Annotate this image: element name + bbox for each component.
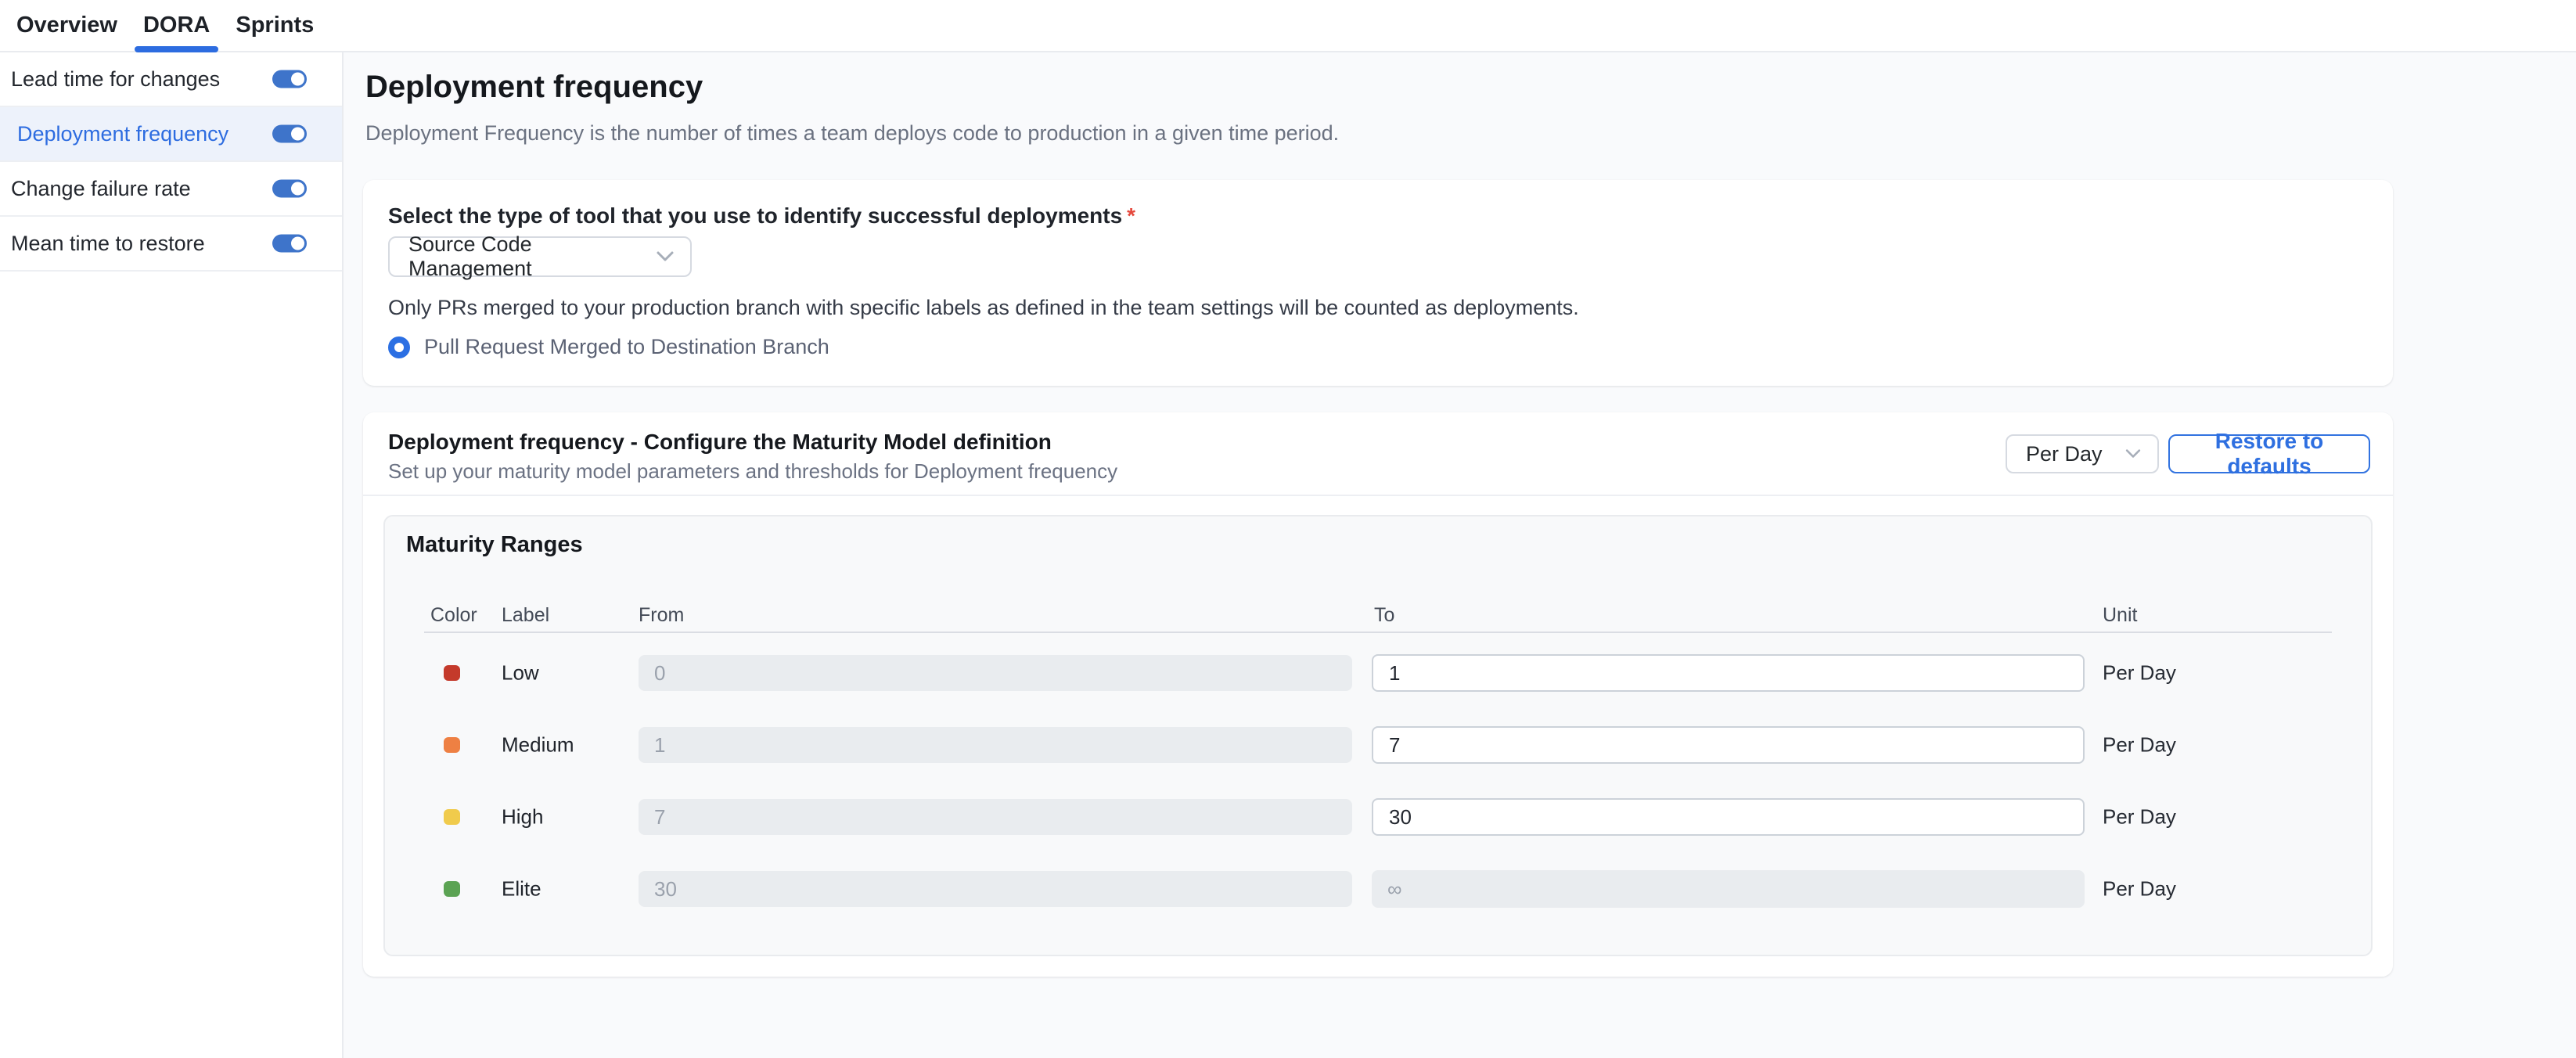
page-subtitle: Deployment Frequency is the number of ti… <box>365 121 1339 146</box>
range-label: Elite <box>502 877 541 901</box>
unit-value: Per Day <box>2103 733 2176 758</box>
sidebar-item-label: Deployment frequency <box>17 122 228 146</box>
dora-settings-page: Overview DORA Sprints Lead time for chan… <box>0 0 2576 1058</box>
main-content: Deployment frequency Deployment Frequenc… <box>345 52 2576 1058</box>
toggle-knob <box>289 235 307 253</box>
range-label: Medium <box>502 733 574 758</box>
table-row: Low Per Day <box>385 637 2371 709</box>
top-tab-bar: Overview DORA Sprints <box>0 0 2576 52</box>
from-input <box>639 727 1352 763</box>
maturity-ranges-panel: Maturity Ranges Color Label From To Unit… <box>383 515 2373 956</box>
chevron-down-icon <box>2124 448 2142 459</box>
range-label: Low <box>502 661 539 686</box>
deployment-info-text: Only PRs merged to your production branc… <box>388 296 1579 320</box>
tab-sprints[interactable]: Sprints <box>236 0 314 51</box>
color-swatch <box>444 665 460 681</box>
sidebar-item-mean-time-to-restore[interactable]: Mean time to restore <box>0 217 342 272</box>
tab-list: Overview DORA Sprints <box>0 0 2576 51</box>
required-asterisk: * <box>1127 203 1135 228</box>
radio-selected-icon[interactable] <box>388 336 410 358</box>
column-header-label: Label <box>502 604 549 627</box>
sidebar-item-label: Mean time to restore <box>11 232 205 256</box>
maturity-section-title: Deployment frequency - Configure the Mat… <box>388 430 1052 455</box>
sidebar-item-label: Change failure rate <box>11 177 191 201</box>
maturity-model-card: Deployment frequency - Configure the Mat… <box>363 412 2393 977</box>
tool-type-select-value: Source Code Management <box>408 232 643 281</box>
tab-overview[interactable]: Overview <box>16 0 117 51</box>
to-input <box>1372 870 2085 908</box>
change-failure-rate-toggle[interactable] <box>272 180 306 198</box>
table-row: High Per Day <box>385 781 2371 853</box>
column-header-from: From <box>639 604 684 627</box>
from-input <box>639 655 1352 691</box>
restore-defaults-button[interactable]: Restore to defaults <box>2168 434 2370 473</box>
tool-select-label: Select the type of tool that you use to … <box>388 203 1135 229</box>
section-divider <box>363 495 2393 496</box>
unit-value: Per Day <box>2103 661 2176 686</box>
sidebar-item-label: Lead time for changes <box>11 67 220 92</box>
lead-time-toggle[interactable] <box>272 70 306 88</box>
page-title: Deployment frequency <box>365 70 703 105</box>
tab-dora[interactable]: DORA <box>143 0 210 51</box>
column-header-unit: Unit <box>2103 604 2137 627</box>
unit-value: Per Day <box>2103 805 2176 829</box>
toggle-knob <box>289 180 307 198</box>
color-swatch <box>444 737 460 753</box>
sidebar-item-lead-time-for-changes[interactable]: Lead time for changes <box>0 52 342 107</box>
color-swatch <box>444 809 460 825</box>
pr-merged-radio-row[interactable]: Pull Request Merged to Destination Branc… <box>388 335 829 359</box>
sidebar-item-change-failure-rate[interactable]: Change failure rate <box>0 162 342 217</box>
unit-value: Per Day <box>2103 877 2176 901</box>
from-input <box>639 871 1352 907</box>
unit-select-value: Per Day <box>2026 442 2103 466</box>
maturity-ranges-title: Maturity Ranges <box>406 532 583 558</box>
color-swatch <box>444 881 460 897</box>
sidebar-item-deployment-frequency[interactable]: Deployment frequency <box>0 107 342 162</box>
maturity-section-subtitle: Set up your maturity model parameters an… <box>388 459 1117 484</box>
chevron-down-icon <box>656 250 675 263</box>
deployment-frequency-toggle[interactable] <box>272 125 306 143</box>
toggle-knob <box>289 70 307 88</box>
table-header-divider <box>424 632 2332 633</box>
from-input <box>639 799 1352 835</box>
table-row: Medium Per Day <box>385 709 2371 781</box>
column-header-color: Color <box>430 604 477 627</box>
column-header-to: To <box>1374 604 1394 627</box>
metrics-sidebar: Lead time for changes Deployment frequen… <box>0 52 344 1058</box>
to-input[interactable] <box>1372 726 2085 764</box>
range-label: High <box>502 805 543 829</box>
radio-label: Pull Request Merged to Destination Branc… <box>424 335 829 359</box>
to-input[interactable] <box>1372 798 2085 836</box>
deployment-tool-card: Select the type of tool that you use to … <box>363 180 2393 386</box>
unit-select[interactable]: Per Day <box>2006 434 2159 473</box>
table-row: Elite Per Day <box>385 853 2371 925</box>
tool-type-select[interactable]: Source Code Management <box>388 236 692 277</box>
toggle-knob <box>289 125 307 143</box>
tool-select-label-text: Select the type of tool that you use to … <box>388 203 1122 228</box>
to-input[interactable] <box>1372 654 2085 692</box>
mean-time-to-restore-toggle[interactable] <box>272 235 306 253</box>
